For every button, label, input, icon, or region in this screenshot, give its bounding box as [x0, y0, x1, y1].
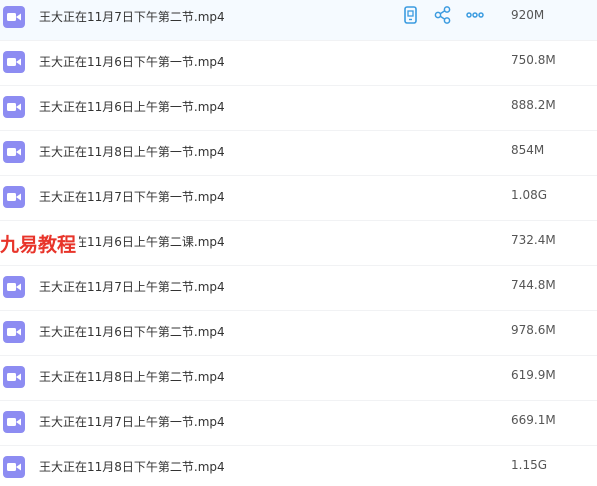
- file-row[interactable]: 王大正在11月6日下午第一节.mp4 750.8M: [0, 41, 597, 86]
- file-name[interactable]: 王大正在11月7日下午第二节.mp4: [39, 8, 225, 25]
- file-size: 920M: [511, 8, 545, 22]
- video-file-icon: [3, 276, 25, 298]
- file-name[interactable]: 王大正在11月7日下午第一节.mp4: [39, 188, 225, 205]
- file-size: 669.1M: [511, 413, 556, 427]
- file-name[interactable]: 王大正在11月7日上午第二节.mp4: [39, 278, 225, 295]
- file-row[interactable]: 王大正在11月6日下午第二节.mp4 978.6M: [0, 311, 597, 356]
- file-row[interactable]: 王大正在11月7日上午第一节.mp4 669.1M: [0, 401, 597, 446]
- file-size: 750.8M: [511, 53, 556, 67]
- file-size: 854M: [511, 143, 545, 157]
- video-file-icon: [3, 141, 25, 163]
- file-row[interactable]: 王大正在11月8日上午第一节.mp4 854M: [0, 131, 597, 176]
- video-file-icon: [3, 6, 25, 28]
- file-size: 1.15G: [511, 458, 548, 472]
- file-name[interactable]: 王大正在11月8日下午第二节.mp4: [39, 458, 225, 475]
- file-name[interactable]: 王大正在11月6日下午第二节.mp4: [39, 323, 225, 340]
- file-row[interactable]: 王大正在11月6日上午第二课.mp4 732.4M: [0, 221, 597, 266]
- more-icon[interactable]: [465, 5, 485, 25]
- watermark: 九易教程: [0, 230, 80, 257]
- file-size: 619.9M: [511, 368, 556, 382]
- video-file-icon: [3, 366, 25, 388]
- file-row[interactable]: 王大正在11月8日上午第二节.mp4 619.9M: [0, 356, 597, 401]
- file-row[interactable]: 王大正在11月7日下午第一节.mp4 1.08G: [0, 176, 597, 221]
- file-size: 888.2M: [511, 98, 556, 112]
- file-name[interactable]: 王大正在11月6日下午第一节.mp4: [39, 53, 225, 70]
- file-size: 732.4M: [511, 233, 556, 247]
- video-file-icon: [3, 411, 25, 433]
- share-icon[interactable]: [433, 5, 453, 25]
- file-size: 1.08G: [511, 188, 548, 202]
- file-size: 978.6M: [511, 323, 556, 337]
- video-file-icon: [3, 96, 25, 118]
- file-name[interactable]: 王大正在11月6日上午第一节.mp4: [39, 98, 225, 115]
- file-row[interactable]: 王大正在11月8日下午第二节.mp4 1.15G: [0, 446, 597, 486]
- file-row[interactable]: 王大正在11月6日上午第一节.mp4 888.2M: [0, 86, 597, 131]
- file-name[interactable]: 王大正在11月8日上午第一节.mp4: [39, 143, 225, 160]
- file-row[interactable]: 王大正在11月7日上午第二节.mp4 744.8M: [0, 266, 597, 311]
- file-name[interactable]: 王大正在11月7日上午第一节.mp4: [39, 413, 225, 430]
- file-list: 王大正在11月7日下午第二节.mp4 920M 王大正在11月6日下午第一节.m…: [0, 0, 597, 486]
- file-name[interactable]: 王大正在11月8日上午第二节.mp4: [39, 368, 225, 385]
- video-file-icon: [3, 186, 25, 208]
- file-row[interactable]: 王大正在11月7日下午第二节.mp4 920M: [0, 0, 597, 41]
- video-file-icon: [3, 456, 25, 478]
- file-size: 744.8M: [511, 278, 556, 292]
- phone-icon[interactable]: [401, 5, 421, 25]
- video-file-icon: [3, 51, 25, 73]
- video-file-icon: [3, 321, 25, 343]
